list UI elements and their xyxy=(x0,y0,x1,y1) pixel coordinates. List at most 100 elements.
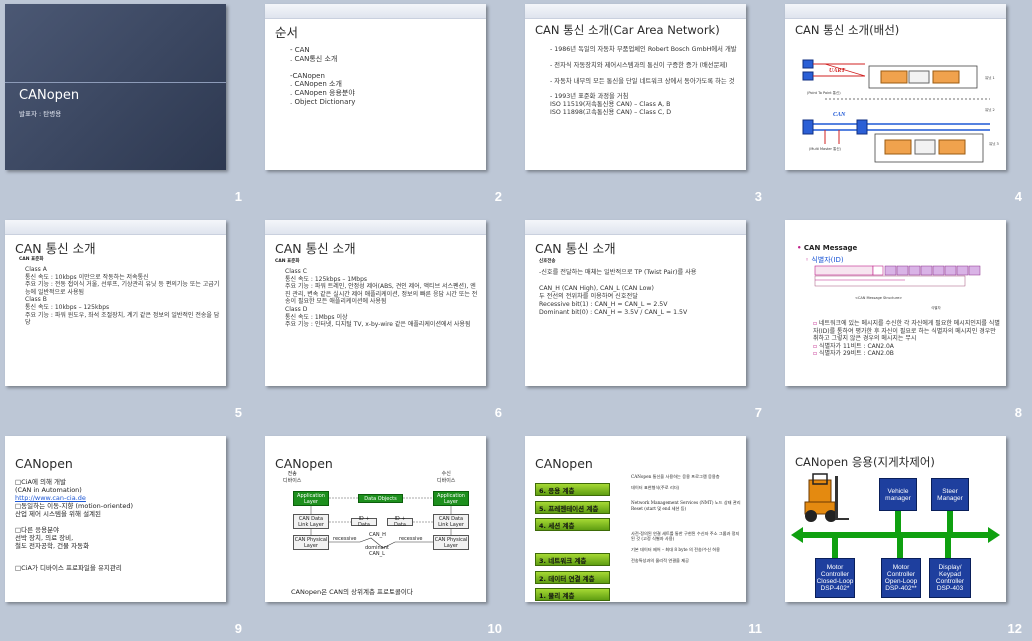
slide-header-band xyxy=(5,220,226,235)
slide-title: CAN 통신 소개(배선) xyxy=(795,23,900,37)
layer-presentation: 5. 프레젠테이션 계층 xyxy=(535,501,610,514)
connector xyxy=(947,511,953,532)
section-label: CAN 표준화 xyxy=(19,257,44,262)
slide-header-band xyxy=(785,4,1006,19)
slide-number: 9 xyxy=(234,621,242,636)
slide-title: CAN 통신 소개(Car Area Network) xyxy=(535,23,720,37)
diagram-caption: <CAN Message Structure> xyxy=(855,296,903,300)
recessive-label: recessive xyxy=(333,536,357,542)
data-byte-cell xyxy=(932,265,945,276)
slide-header-band xyxy=(525,4,746,19)
slide-body: -신호를 전달하는 매체는 일반적으로 TP (Twist Pair)를 사용 … xyxy=(539,269,697,316)
slide-thumbnail-4[interactable]: CAN 통신 소개(배선) UART (Point To Point 통신) C… xyxy=(785,4,1006,170)
slide-body: - CAN . CAN통신 소개 -CANopen . CANopen 소개 .… xyxy=(290,46,356,106)
layer-session: 4. 세션 계층 xyxy=(535,518,610,531)
slide-title: CANopen 응용(지게차제어) xyxy=(795,455,935,469)
bus-label: CANopen xyxy=(859,526,881,532)
data-byte-cell xyxy=(896,265,909,276)
body-line: □동일하는 이동-지향 (motion-oriented) xyxy=(15,502,134,510)
title-divider xyxy=(5,82,226,83)
recessive-label: recessive xyxy=(399,536,423,542)
connector xyxy=(897,538,903,558)
slide-thumbnail-9[interactable]: CANopen □CiA에 의해 개발 (CAN in Automation) … xyxy=(5,436,226,602)
slide-thumbnail-6[interactable]: CAN 통신 소개 CAN 표준화 Class C 통신 속도 : 125kbp… xyxy=(265,220,486,386)
bullet-item: ▫ 네트워크에 있는 메시지를 수신한 각 자신에게 필요한 메시지인지를 식별… xyxy=(813,320,1000,343)
link-cia[interactable]: http://www.can-cia.de xyxy=(15,494,220,502)
can-label: CAN xyxy=(833,112,846,118)
body-line: (CAN in Automation) xyxy=(15,486,82,494)
connector xyxy=(832,538,838,558)
layer-physical: 1. 물리 계층 xyxy=(535,588,610,601)
body-line: 철도 전자공학, 건물 자동화 xyxy=(15,542,90,550)
slide-body: - 1986년 독일의 자동차 부품업체인 Robert Bosch GmbH에… xyxy=(550,46,737,117)
identifier-label: 식별자 xyxy=(931,306,941,310)
slide-number: 8 xyxy=(1014,405,1022,420)
slide-heading: • CAN Message xyxy=(797,244,858,252)
slide-number: 10 xyxy=(487,621,502,636)
body-line: □CiA에 의해 개발 xyxy=(15,478,66,486)
slide-number: 1 xyxy=(234,189,242,204)
can-h-label: CAN_H xyxy=(369,532,386,538)
motor-controller-closed-box: Motor Controller Closed-Loop DSP-402* xyxy=(815,558,855,598)
body-line: □다른 응용분야 xyxy=(15,526,60,534)
slide-title: CANopen xyxy=(15,456,73,471)
slide-thumbnail-3[interactable]: CAN 통신 소개(Car Area Network) - 1986년 독일의 … xyxy=(525,4,746,170)
body-line: 선박 장치, 의료 장비, xyxy=(15,534,74,542)
slide-thumbnail-1[interactable]: CANopen 발표자 : 탄병용 xyxy=(5,4,226,170)
forklift-image xyxy=(804,473,849,522)
layer-notes: CANopen 통신을 사용하는 응용 프로그램 응용층 데이터 표현형식(주로… xyxy=(631,474,741,564)
layer-note: 데이터 표현형식(주로 리더) xyxy=(631,485,680,491)
steer-manager-box: Steer Manager xyxy=(931,478,969,511)
slide-thumbnail-8[interactable]: • CAN Message ◦ 식별자(ID) <CAN Message Str… xyxy=(785,220,1006,386)
layer-application: 6. 응용 계층 xyxy=(535,483,610,496)
body-line: □CiA가 디바이스 프로파일을 유지관리 xyxy=(15,564,122,572)
unit-label: 유닛 3 xyxy=(989,142,999,146)
layer-note: CANopen 통신을 사용하는 응용 프로그램 응용층 xyxy=(631,474,720,479)
bullet-list: ▫ 네트워크에 있는 메시지를 수신한 각 자신에게 필요한 메시지인지를 식별… xyxy=(813,320,1003,358)
vehicle-manager-box: Vehicle manager xyxy=(879,478,917,511)
layer-note: 전송특성과의 물리적 연결을 제공 xyxy=(631,558,689,564)
slide-number: 5 xyxy=(234,405,242,420)
slide-thumbnail-7[interactable]: CAN 통신 소개 신호전송 -신호를 전달하는 매체는 일반적으로 TP (T… xyxy=(525,220,746,386)
data-byte-cell xyxy=(920,265,933,276)
data-byte-cell xyxy=(908,265,921,276)
canopen-bus xyxy=(801,532,991,538)
slide-body: Class C 통신 속도 : 125kbps – 1Mbps 주요 기능 : … xyxy=(285,268,478,329)
bullet-icon: • xyxy=(797,244,804,252)
slide-thumbnail-11[interactable]: CANopen 6. 응용 계층 5. 프레젠테이션 계층 4. 세션 계층 3… xyxy=(525,436,746,602)
slide-title: 순서 xyxy=(275,25,299,40)
slide-number: 3 xyxy=(754,189,762,204)
section-label: CAN 표준화 xyxy=(275,259,300,264)
slide-number: 12 xyxy=(1007,621,1022,636)
bus-arrow-left-icon xyxy=(791,527,803,543)
display-keypad-controller-box: Display/ Keypad Controller DSP-403 xyxy=(929,558,971,598)
data-byte-cell xyxy=(944,265,957,276)
can-l-label: CAN_L xyxy=(369,551,385,557)
slide-body: Class A 통신 속도 : 10kbps 이만으로 작동하는 저속통신 주요… xyxy=(25,266,220,327)
slide-header-band xyxy=(525,220,746,235)
slide-number: 4 xyxy=(1014,189,1022,204)
slide-number: 2 xyxy=(494,189,502,204)
data-byte-cell xyxy=(968,265,981,276)
connector xyxy=(945,538,951,558)
data-byte-cell xyxy=(884,265,897,276)
slide-thumbnail-12[interactable]: CANopen 응용(지게차제어) CANopen Vehicle manage… xyxy=(785,436,1006,602)
motor-controller-open-box: Motor Controller Open-Loop DSP-402** xyxy=(881,558,921,598)
slide-header-band xyxy=(265,220,486,235)
slide-subtitle: 발표자 : 탄병용 xyxy=(19,110,62,118)
section-label: 신호전송 xyxy=(539,259,556,264)
slide-title: CANopen xyxy=(19,88,80,103)
unit-label: 유닛 2 xyxy=(985,108,995,112)
slide-number: 6 xyxy=(494,405,502,420)
slide-thumbnail-10[interactable]: CANopen 전송 디바이스 수신 디바이스 Application Laye… xyxy=(265,436,486,602)
layer-data-link: 2. 데이터 연결 계층 xyxy=(535,571,610,584)
slide-title: CAN 통신 소개 xyxy=(535,241,616,256)
uart-label: UART xyxy=(829,68,846,74)
slide-thumbnail-5[interactable]: CAN 통신 소개 CAN 표준화 Class A 통신 속도 : 10kbps… xyxy=(5,220,226,386)
slide-thumbnail-2[interactable]: 순서 - CAN . CAN통신 소개 -CANopen . CANopen 소… xyxy=(265,4,486,170)
slide-caption: CANopen은 CAN의 상위계층 프로토콜이다 xyxy=(291,588,413,596)
unit-label: 유닛 1 xyxy=(985,76,995,80)
slide-body: □CiA에 의해 개발 (CAN in Automation) http://w… xyxy=(15,478,220,572)
connector xyxy=(895,511,901,532)
layer-note: Network Management Services (NMT) 노드 상태 … xyxy=(631,500,741,511)
